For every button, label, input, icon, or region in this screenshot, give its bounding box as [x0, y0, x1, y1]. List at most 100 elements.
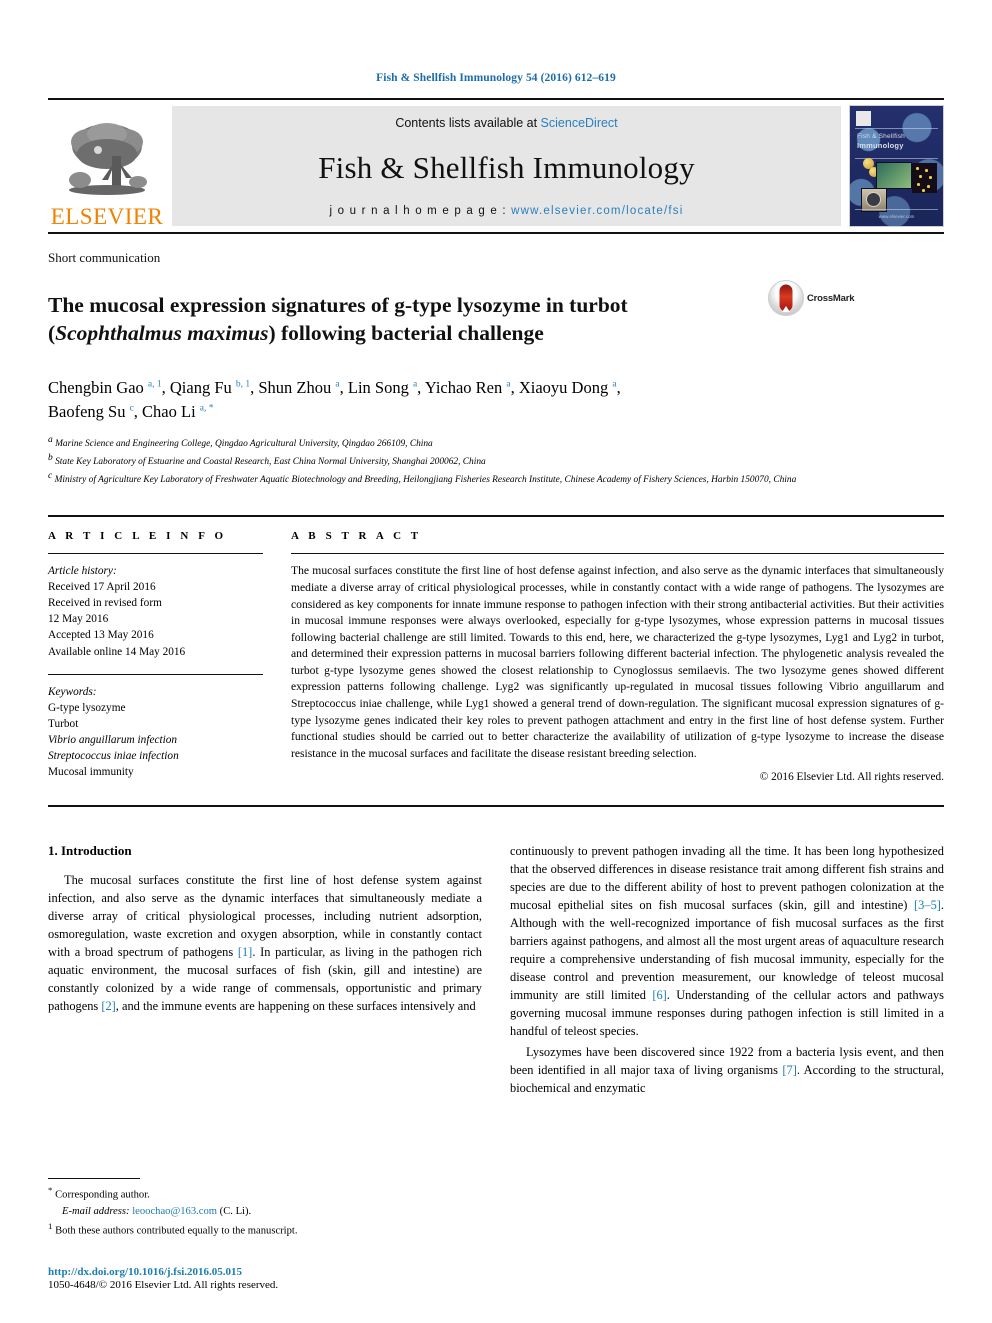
- article-info-column: A R T I C L E I N F O Article history: R…: [48, 530, 263, 783]
- keywords-label: Keywords:: [48, 685, 97, 698]
- citation-ref-1[interactable]: [1]: [238, 945, 252, 959]
- author-name: Chengbin Gao: [48, 377, 144, 397]
- cover-image-fish: [876, 162, 912, 189]
- cover-cell-circle: [866, 192, 881, 207]
- footnote-equal-contribution: 1 Both these authors contributed equally…: [48, 1220, 478, 1239]
- history-item: Accepted 13 May 2016: [48, 629, 154, 642]
- running-head: Fish & Shellfish Immunology 54 (2016) 61…: [376, 72, 616, 84]
- author-list: Chengbin Gao a, 1, Qiang Fu b, 1, Shun Z…: [48, 377, 621, 421]
- history-item: Received in revised form: [48, 597, 162, 610]
- footnote-equal-text: Both these authors contributed equally t…: [55, 1225, 298, 1237]
- footnote-corresponding-author: * Corresponding author.: [48, 1184, 478, 1203]
- author-affiliation-mark: c: [129, 403, 134, 414]
- author-name: Lin Song: [347, 377, 409, 397]
- keyword-item: Vibrio anguillarum infection: [48, 733, 178, 746]
- affiliation-item: c Ministry of Agriculture Key Laboratory…: [48, 469, 944, 487]
- contents-available-line: Contents lists available at ScienceDirec…: [395, 116, 617, 130]
- footnote-mark-asterisk: *: [48, 1185, 53, 1196]
- affiliation-list: a Marine Science and Engineering College…: [48, 433, 944, 488]
- body-column-left: 1. Introduction The mucosal surfaces con…: [48, 843, 482, 1101]
- elsevier-wordmark: ELSEVIER: [50, 204, 164, 229]
- author-affiliation-mark: b, 1: [235, 379, 251, 390]
- author-affiliation-mark: a, 1: [147, 379, 162, 390]
- article-type-label: Short communication: [48, 250, 161, 265]
- author-name: Yichao Ren: [424, 377, 503, 397]
- author-name: Qiang Fu: [169, 377, 232, 397]
- cover-title-line2: Immunology: [857, 141, 904, 151]
- footer-block: http://dx.doi.org/10.1016/j.fsi.2016.05.…: [48, 1266, 568, 1291]
- doi-link[interactable]: http://dx.doi.org/10.1016/j.fsi.2016.05.…: [48, 1266, 568, 1278]
- footnote-email: E-mail address: leoochao@163.com (C. Li)…: [48, 1204, 478, 1220]
- footnote-divider: [48, 1178, 140, 1180]
- affiliation-item: a Marine Science and Engineering College…: [48, 433, 944, 451]
- author-affiliation-mark: a: [412, 379, 418, 390]
- intro-right-text-b: . Although with the well-recognized impo…: [510, 898, 944, 1003]
- page-title: The mucosal expression signatures of g-t…: [48, 292, 768, 347]
- email-address-label: E-mail address:: [62, 1205, 130, 1217]
- keywords-divider: [48, 673, 263, 675]
- cover-elsevier-mark: [856, 111, 871, 126]
- author-item[interactable]: Baofeng Su c: [48, 402, 134, 421]
- author-item[interactable]: Xiaoyu Dong a: [519, 378, 617, 397]
- elsevier-logo: ELSEVIER: [48, 100, 166, 232]
- affiliation-text: State Key Laboratory of Estuarine and Co…: [55, 457, 486, 468]
- citation-ref-7[interactable]: [7]: [782, 1063, 796, 1077]
- intro-paragraph-right-2: Lysozymes have been discovered since 192…: [510, 1044, 944, 1098]
- citation-ref-3-5[interactable]: [3–5]: [914, 898, 941, 912]
- cover-image-gel: [912, 163, 937, 193]
- article-info-divider: [48, 553, 263, 555]
- author-name: Shun Zhou: [258, 377, 332, 397]
- affiliation-text: Ministry of Agriculture Key Laboratory o…: [54, 475, 797, 486]
- footnote-block: * Corresponding author. E-mail address: …: [48, 1178, 478, 1239]
- intro-paragraph-left: The mucosal surfaces constitute the firs…: [48, 872, 482, 1016]
- crossmark-label: CrossMark: [807, 292, 855, 304]
- sciencedirect-link[interactable]: ScienceDirect: [541, 116, 618, 130]
- cover-title: Fish & Shellfish Immunology: [857, 132, 937, 152]
- journal-masthead: ELSEVIER Contents lists available at Sci…: [48, 98, 944, 234]
- journal-homepage-line: j o u r n a l h o m e p a g e : www.else…: [330, 205, 684, 217]
- abstract-heading: A B S T R A C T: [291, 530, 422, 543]
- citation-ref-2[interactable]: [2]: [101, 999, 115, 1013]
- info-abstract-section: A R T I C L E I N F O Article history: R…: [48, 515, 944, 783]
- affiliation-text: Marine Science and Engineering College, …: [55, 438, 433, 449]
- article-info-heading: A R T I C L E I N F O: [48, 530, 227, 543]
- history-item: Received 17 April 2016: [48, 581, 156, 594]
- author-item[interactable]: Qiang Fu b, 1: [170, 378, 250, 397]
- intro-right-text-a: continuously to prevent pathogen invadin…: [510, 844, 944, 913]
- paper-page: Fish & Shellfish Immunology 54 (2016) 61…: [0, 0, 992, 1323]
- author-name: Chao Li: [142, 401, 196, 421]
- body-divider: [48, 805, 944, 808]
- email-address-link[interactable]: leoochao@163.com: [132, 1206, 217, 1217]
- issn-copyright-line: 1050-4648/© 2016 Elsevier Ltd. All right…: [48, 1279, 279, 1291]
- article-history-label: Article history:: [48, 565, 117, 578]
- email-address-suffix: (C. Li).: [219, 1205, 252, 1217]
- footnote-corresponding-text: Corresponding author.: [55, 1189, 150, 1201]
- keyword-item: G-type lysozyme: [48, 701, 126, 714]
- title-line-1: The mucosal expression signatures of g-t…: [48, 293, 628, 318]
- citation-ref-6[interactable]: [6]: [652, 988, 666, 1002]
- body-columns: 1. Introduction The mucosal surfaces con…: [48, 843, 944, 1101]
- affiliation-item: b State Key Laboratory of Estuarine and …: [48, 451, 944, 469]
- author-item[interactable]: Shun Zhou a: [258, 378, 339, 397]
- title-row: The mucosal expression signatures of g-t…: [48, 278, 944, 362]
- author-item[interactable]: Lin Song a: [348, 378, 417, 397]
- article-history-block: Article history: Received 17 April 2016 …: [48, 563, 263, 659]
- author-affiliation-mark: a, *: [199, 403, 214, 414]
- author-item[interactable]: Chengbin Gao a, 1: [48, 378, 162, 397]
- homepage-prefix: j o u r n a l h o m e p a g e :: [329, 205, 512, 217]
- intro-paragraph-right-1: continuously to prevent pathogen invadin…: [510, 843, 944, 1041]
- masthead-center-panel: Contents lists available at ScienceDirec…: [172, 106, 841, 226]
- keyword-item: Turbot: [48, 717, 79, 730]
- introduction-heading: 1. Introduction: [48, 843, 132, 859]
- author-affiliation-mark: a: [506, 379, 511, 390]
- intro-left-text-c: , and the immune events are happening on…: [115, 999, 476, 1014]
- journal-homepage-link[interactable]: www.elsevier.com/locate/fsi: [511, 205, 683, 217]
- author-item[interactable]: Yichao Ren a: [425, 378, 511, 397]
- affiliation-mark: b: [48, 452, 53, 463]
- crossmark-badge[interactable]: CrossMark: [768, 280, 864, 316]
- title-line-2-suffix: ) following bacterial challenge: [268, 320, 544, 345]
- author-name: Baofeng Su: [48, 401, 126, 421]
- author-item[interactable]: Chao Li a, *: [142, 402, 213, 421]
- cover-rule-bottom: [855, 209, 938, 210]
- crossmark-icon: [768, 280, 804, 316]
